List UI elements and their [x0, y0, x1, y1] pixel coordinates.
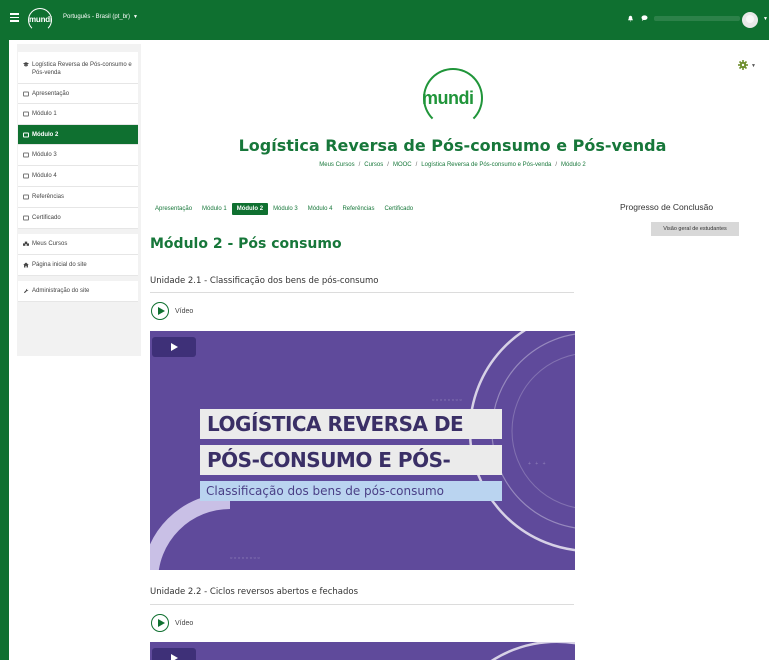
bell-icon[interactable]	[627, 15, 634, 22]
video-thumbnail[interactable]: ○○○○○○○○ ○○○○○○○○ + + + LOGÍSTICA REVERS…	[150, 331, 575, 570]
decorative-plus-icon: + + +	[528, 461, 548, 467]
drawer-item-label: Referências	[32, 194, 65, 200]
activity-label: Vídeo	[175, 307, 194, 315]
drawer-item-label: Logística Reversa de Pós-consumo e Pós-v…	[32, 61, 132, 76]
tab-modulo-4[interactable]: Módulo 4	[303, 203, 338, 215]
page-title: Logística Reversa de Pós-consumo e Pós-v…	[238, 136, 667, 155]
play-circle-icon	[151, 302, 169, 320]
video-play-button[interactable]	[152, 648, 196, 660]
video-thumbnail[interactable]	[150, 642, 575, 660]
drawer-item-modulo-3[interactable]: Módulo 3	[18, 145, 138, 166]
progress-title: Progresso de Conclusão	[620, 202, 714, 212]
tab-modulo-2[interactable]: Módulo 2	[231, 203, 269, 215]
drawer-item-referencias[interactable]: Referências	[18, 187, 138, 208]
chat-icon[interactable]	[641, 15, 648, 21]
drawer-item-label: Administração do site	[32, 288, 90, 294]
breadcrumb-item[interactable]: MOOC	[393, 162, 412, 168]
breadcrumb-separator: /	[387, 162, 389, 168]
nav-drawer: Logística Reversa de Pós-consumo e Pós-v…	[17, 44, 141, 356]
user-name-blurred[interactable]	[654, 16, 740, 21]
graduation-cap-icon	[23, 62, 29, 67]
breadcrumb-separator: /	[415, 162, 418, 168]
unit-title: Unidade 2.1 - Classificação dos bens de …	[150, 276, 379, 286]
breadcrumb-item[interactable]: Meus Cursos	[319, 162, 354, 168]
tab-referencias[interactable]: Referências	[337, 203, 379, 215]
video-title-line-1: LOGÍSTICA REVERSA DE	[200, 409, 502, 439]
decorative-dots-icon: ○○○○○○○○	[230, 555, 262, 560]
video-subtitle: Classificação dos bens de pós-consumo	[200, 481, 502, 501]
cubes-icon	[23, 241, 29, 246]
play-circle-icon	[151, 614, 169, 632]
breadcrumb-item[interactable]: Cursos	[364, 162, 383, 168]
tab-certificado[interactable]: Certificado	[379, 203, 418, 215]
student-overview-button[interactable]: Visão geral de estudantes	[651, 222, 739, 236]
folder-icon	[23, 132, 29, 137]
chevron-down-icon: ▼	[133, 14, 138, 20]
unit-divider	[150, 292, 574, 293]
unit-divider	[150, 604, 574, 605]
drawer-item-course[interactable]: Logística Reversa de Pós-consumo e Pós-v…	[18, 52, 138, 84]
unit-title: Unidade 2.2 - Ciclos reversos abertos e …	[150, 587, 359, 597]
folder-icon	[23, 215, 29, 221]
drawer-item-administracao[interactable]: Administração do site	[18, 281, 138, 302]
drawer-item-label: Módulo 1	[32, 111, 57, 117]
drawer-item-label: Módulo 4	[32, 173, 57, 179]
hamburger-menu-icon[interactable]	[10, 13, 19, 22]
folder-icon	[23, 91, 29, 96]
navbar-logo-text: mundi	[29, 15, 52, 24]
drawer-item-modulo-2[interactable]: Módulo 2	[18, 125, 138, 145]
video-play-button[interactable]	[152, 337, 196, 357]
folder-icon	[23, 173, 29, 179]
module-title: Módulo 2 - Pós consumo	[150, 236, 342, 252]
drawer-item-pagina-inicial[interactable]: Página inicial do site	[18, 255, 138, 276]
breadcrumb-separator: /	[555, 162, 558, 168]
top-navbar: mundi Português - Brasil (pt_br) ▼ ▼	[0, 0, 769, 40]
drawer-item-label: Meus Cursos	[32, 241, 68, 247]
breadcrumb-item[interactable]: Módulo 2	[561, 162, 586, 168]
wrench-icon	[23, 288, 29, 294]
drawer-item-label: Página inicial do site	[32, 262, 87, 268]
folder-icon	[23, 194, 29, 200]
breadcrumb-item[interactable]: Logística Reversa de Pós-consumo e Pós-v…	[421, 162, 551, 168]
folder-icon	[23, 111, 29, 117]
drawer-item-label: Módulo 3	[32, 152, 57, 158]
gear-icon[interactable]	[738, 60, 748, 70]
video-activity-link[interactable]: Vídeo	[151, 614, 193, 632]
drawer-item-label: Módulo 2	[32, 131, 59, 138]
breadcrumb: Meus Cursos / Cursos / MOOC / Logística Revers…	[150, 162, 755, 168]
folder-icon	[23, 152, 29, 158]
section-tabs: Apresentação Módulo 1 Módulo 2 Módulo 3 …	[150, 202, 418, 216]
video-title-line-2: PÓS-CONSUMO E PÓS-VENDA	[200, 445, 502, 502]
breadcrumb-separator: /	[358, 162, 361, 168]
activity-label: Vídeo	[175, 619, 194, 627]
drawer-item-label: Certificado	[32, 215, 61, 221]
drawer-item-modulo-1[interactable]: Módulo 1	[18, 104, 138, 125]
drawer-item-modulo-4[interactable]: Módulo 4	[18, 166, 138, 187]
decorative-rings-icon	[490, 642, 575, 660]
video-activity-link[interactable]: Vídeo	[151, 302, 193, 320]
drawer-item-apresentacao[interactable]: Apresentação	[18, 84, 138, 104]
tab-modulo-1[interactable]: Módulo 1	[197, 203, 232, 215]
drawer-item-meus-cursos[interactable]: Meus Cursos	[18, 234, 138, 255]
tab-apresentacao[interactable]: Apresentação	[150, 203, 197, 215]
user-menu-chevron-icon[interactable]: ▼	[763, 16, 768, 22]
course-logo-text: mundi	[422, 88, 474, 108]
tab-modulo-3[interactable]: Módulo 3	[268, 203, 303, 215]
language-label: Português - Brasil (pt_br)	[63, 14, 131, 20]
left-edge-bar	[0, 40, 9, 660]
decorative-dots-icon: ○○○○○○○○	[432, 397, 464, 402]
drawer-item-label: Apresentação	[32, 90, 70, 97]
gear-chevron-down-icon[interactable]: ▼	[751, 63, 756, 69]
home-icon	[23, 262, 29, 268]
avatar[interactable]	[742, 12, 758, 28]
language-menu[interactable]: Português - Brasil (pt_br) ▼	[63, 14, 138, 20]
drawer-item-certificado[interactable]: Certificado	[18, 208, 138, 229]
